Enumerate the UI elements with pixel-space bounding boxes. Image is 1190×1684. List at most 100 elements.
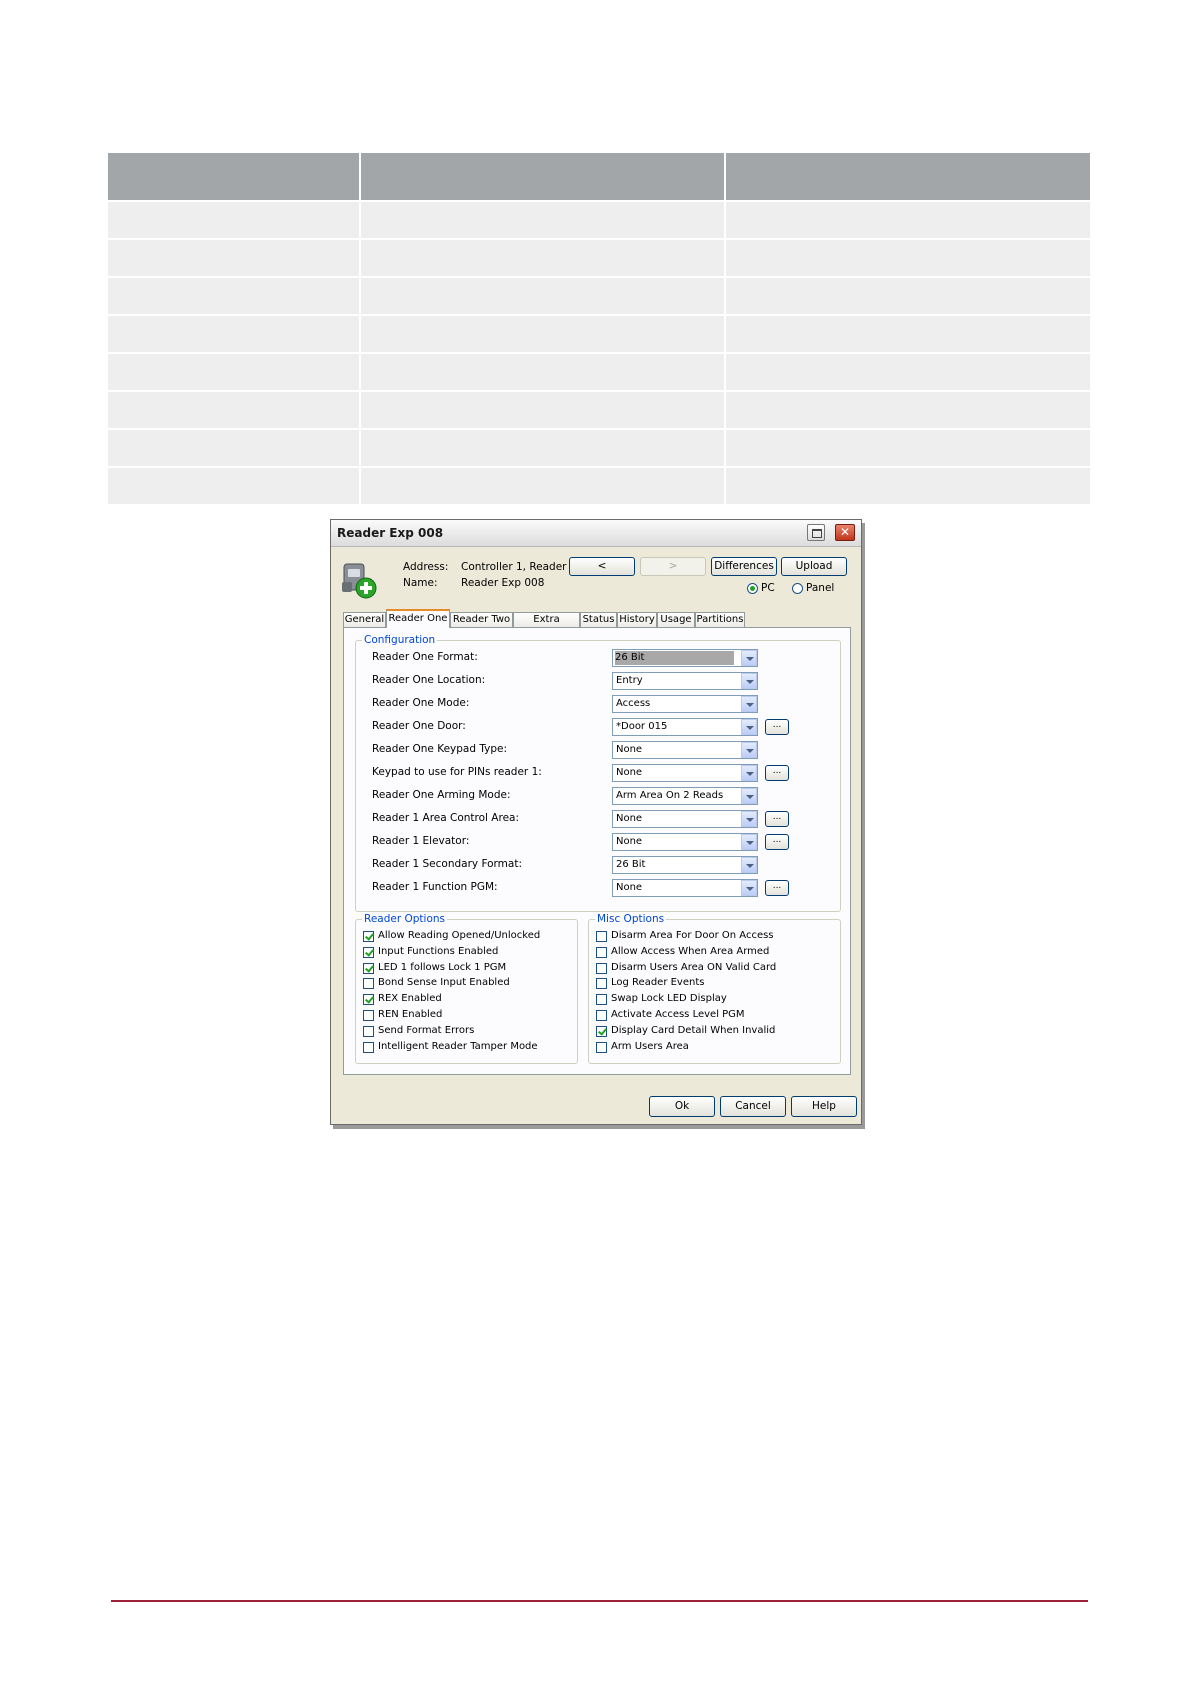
config-dropdown[interactable]: None (612, 879, 758, 897)
tab-general[interactable]: General (343, 612, 386, 627)
reader-options-group: Reader Options Allow Reading Opened/Unlo… (355, 913, 578, 1064)
chevron-down-icon[interactable] (741, 765, 757, 781)
config-dropdown[interactable]: None (612, 741, 758, 759)
config-dropdown[interactable]: Access (612, 695, 758, 713)
browse-button[interactable]: ... (765, 834, 789, 850)
option-label: Log Reader Events (611, 977, 705, 989)
config-row: Keypad to use for PINs reader 1: None... (372, 764, 812, 782)
option-checkbox[interactable] (363, 978, 374, 990)
chevron-down-icon[interactable] (741, 857, 757, 873)
table-cell (725, 352, 1090, 391)
option-checkbox[interactable] (596, 978, 607, 990)
tab-history[interactable]: History (617, 612, 657, 627)
config-row: Reader One Arming Mode: Arm Area On 2 Rea… (372, 787, 812, 805)
table-header-cell (725, 153, 1090, 201)
config-label: Reader One Door: (372, 720, 466, 732)
config-label: Keypad to use for PINs reader 1: (372, 766, 542, 778)
table-cell (725, 276, 1090, 315)
chevron-down-icon[interactable] (741, 880, 757, 896)
name-label: Name: (403, 577, 438, 589)
upload-button[interactable]: Upload (781, 557, 847, 576)
option-checkbox[interactable] (363, 994, 374, 1006)
browse-button[interactable]: ... (765, 765, 789, 781)
browse-button[interactable]: ... (765, 880, 789, 896)
option-checkbox[interactable] (596, 1041, 607, 1053)
chevron-down-icon[interactable] (741, 811, 757, 827)
config-dropdown-value: None (616, 744, 643, 755)
table-row (108, 352, 1090, 391)
config-dropdown-value: None (616, 882, 643, 893)
chevron-down-icon[interactable] (741, 650, 757, 666)
chevron-down-icon[interactable] (741, 788, 757, 804)
ok-button[interactable]: Ok (649, 1096, 715, 1117)
table-header-cell (360, 153, 726, 201)
radio-pc[interactable] (747, 583, 758, 594)
table-cell (360, 314, 726, 353)
help-button[interactable]: Help (791, 1096, 857, 1117)
option-label: Bond Sense Input Enabled (378, 977, 510, 989)
config-label: Reader One Format: (372, 651, 478, 663)
option-label: REX Enabled (378, 993, 442, 1005)
chevron-down-icon[interactable] (741, 673, 757, 689)
option-checkbox[interactable] (596, 946, 607, 958)
config-label: Reader One Arming Mode: (372, 789, 511, 801)
tab-status[interactable]: Status (580, 612, 617, 627)
chevron-down-icon[interactable] (741, 696, 757, 712)
previous-button[interactable]: < (569, 557, 635, 576)
misc-options-legend: Misc Options (595, 913, 667, 925)
config-dropdown[interactable]: *Door 015 (612, 718, 758, 736)
reader-one-panel: Configuration Reader One Format: 26 Bit Re… (343, 627, 851, 1075)
option-checkbox[interactable] (363, 946, 374, 958)
config-label: Reader One Keypad Type: (372, 743, 508, 755)
option-checkbox[interactable] (596, 994, 607, 1006)
option-checkbox[interactable] (363, 1010, 374, 1021)
chevron-down-icon[interactable] (741, 834, 757, 850)
option-checkbox[interactable] (363, 931, 374, 942)
title-bar[interactable]: Reader Exp 008 ✕ (331, 520, 861, 547)
name-value: Reader Exp 008 (461, 577, 545, 589)
browse-button[interactable]: ... (765, 719, 789, 735)
option-checkbox[interactable] (363, 962, 374, 974)
option-checkbox[interactable] (596, 962, 607, 974)
option-label: Swap Lock LED Display (611, 993, 727, 1005)
radio-panel[interactable] (792, 583, 803, 594)
table-body (108, 200, 1090, 504)
tab-extra-options[interactable]: Extra Options (513, 612, 580, 639)
config-dropdown[interactable]: None (612, 833, 758, 851)
tab-partitions[interactable]: Partitions (695, 612, 745, 627)
option-label: Send Format Errors (378, 1024, 475, 1036)
config-dropdown[interactable]: None (612, 810, 758, 828)
option-checkbox[interactable] (596, 931, 607, 942)
option-checkbox[interactable] (596, 1025, 607, 1037)
config-dropdown[interactable]: 26 Bit (612, 649, 758, 667)
config-dropdown[interactable]: Entry (612, 672, 758, 690)
browse-button[interactable]: ... (765, 811, 789, 827)
table-row (108, 238, 1090, 277)
option-checkbox[interactable] (363, 1025, 374, 1037)
chevron-down-icon[interactable] (741, 719, 757, 735)
differences-button[interactable]: Differences (711, 557, 777, 576)
config-dropdown-value: 26 Bit (615, 651, 735, 665)
config-dropdown[interactable]: Arm Area On 2 Reads (612, 787, 758, 805)
info-table (108, 153, 1090, 504)
cancel-button[interactable]: Cancel (720, 1096, 786, 1117)
config-row: Reader One Format: 26 Bit (372, 649, 812, 667)
tab-reader-one[interactable]: Reader One (386, 609, 450, 628)
tab-usage[interactable]: Usage (657, 612, 695, 627)
table-cell (360, 200, 726, 239)
configuration-group: Configuration Reader One Format: 26 Bit Re… (355, 634, 841, 912)
config-row: Reader One Door: *Door 015... (372, 718, 812, 736)
chevron-down-icon[interactable] (741, 742, 757, 758)
tab-reader-two[interactable]: Reader Two (450, 612, 513, 627)
config-dropdown[interactable]: None (612, 764, 758, 782)
table-cell (725, 238, 1090, 277)
config-dropdown-value: Arm Area On 2 Reads (616, 790, 724, 801)
next-button[interactable]: > (640, 557, 706, 576)
option-label: LED 1 follows Lock 1 PGM (378, 961, 507, 973)
close-icon[interactable]: ✕ (835, 524, 855, 541)
config-dropdown[interactable]: 26 Bit (612, 856, 758, 874)
restore-icon[interactable] (807, 524, 825, 541)
option-checkbox[interactable] (363, 1041, 374, 1053)
option-checkbox[interactable] (596, 1010, 607, 1021)
config-label: Reader One Location: (372, 674, 486, 686)
